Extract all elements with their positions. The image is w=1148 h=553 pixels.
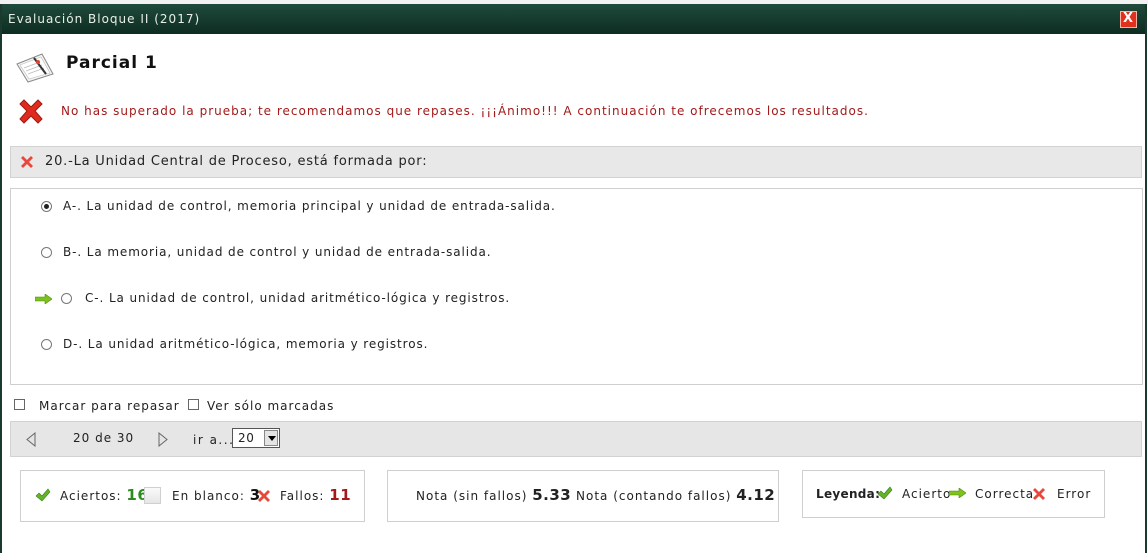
result-message: No has superado la prueba; te recomendam… bbox=[61, 104, 869, 118]
answer-options: A-. La unidad de control, memoria princi… bbox=[10, 188, 1143, 385]
grade-summary: Nota (sin fallos) 5.33 Nota (contando fa… bbox=[387, 470, 779, 522]
only-marked-label: Ver sólo marcadas bbox=[207, 399, 335, 413]
exam-paper-icon bbox=[16, 53, 54, 83]
option-b-label: B-. La memoria, unidad de control y unid… bbox=[63, 245, 492, 259]
question-text: 20.-La Unidad Central de Proceso, está f… bbox=[45, 154, 428, 169]
goto-label: ir a... bbox=[193, 433, 235, 447]
error-x-icon bbox=[1033, 488, 1045, 500]
error-x-icon bbox=[258, 490, 270, 502]
option-b-radio[interactable] bbox=[41, 247, 52, 258]
correct-arrow-icon bbox=[35, 294, 52, 304]
blank-icon bbox=[144, 487, 161, 504]
fails-count: 11 bbox=[329, 486, 352, 504]
grade-no-fail-value: 5.33 bbox=[532, 486, 572, 504]
legend-title: Leyenda: bbox=[816, 487, 881, 501]
option-a-radio[interactable] bbox=[41, 201, 52, 212]
blank-label: En blanco: bbox=[172, 489, 245, 503]
option-c-label: C-. La unidad de control, unidad aritmét… bbox=[85, 291, 511, 305]
mark-review-label: Marcar para repasar bbox=[39, 399, 180, 413]
fail-x-icon bbox=[19, 99, 43, 124]
option-a-label: A-. La unidad de control, memoria princi… bbox=[63, 199, 556, 213]
option-d-radio[interactable] bbox=[41, 339, 52, 350]
fails-label: Fallos: bbox=[280, 489, 325, 503]
next-arrow-icon[interactable] bbox=[157, 432, 169, 447]
window-titlebar: Evaluación Bloque II (2017) X bbox=[2, 4, 1145, 34]
score-summary: Aciertos: 16 En blanco: 3 Fallos: 11 bbox=[20, 470, 365, 522]
legend-box: Leyenda: Acierto Correcta Error bbox=[802, 470, 1105, 518]
question-navigation: 20 de 30 ir a... 20 bbox=[10, 421, 1142, 457]
legend-correct: Correcta bbox=[975, 487, 1035, 501]
goto-value: 20 bbox=[238, 431, 255, 445]
hits-stat: Aciertos: 16 bbox=[60, 486, 148, 504]
legend-hit: Acierto bbox=[902, 487, 952, 501]
close-button[interactable]: X bbox=[1120, 11, 1137, 28]
goto-question-select[interactable]: 20 bbox=[232, 428, 280, 448]
grade-with-fail: Nota (contando fallos) 4.12 bbox=[576, 486, 775, 504]
prev-arrow-icon[interactable] bbox=[25, 432, 37, 447]
check-icon bbox=[35, 488, 51, 502]
correct-arrow-icon bbox=[949, 488, 966, 498]
error-x-icon bbox=[21, 156, 33, 168]
page-title: Parcial 1 bbox=[66, 53, 158, 73]
legend-error: Error bbox=[1057, 487, 1092, 501]
question-header: 20.-La Unidad Central de Proceso, está f… bbox=[10, 146, 1142, 178]
grade-no-fail-label: Nota (sin fallos) bbox=[416, 489, 528, 503]
fails-stat: Fallos: 11 bbox=[280, 486, 351, 504]
evaluation-window: Evaluación Bloque II (2017) X Parcial 1 … bbox=[0, 4, 1147, 553]
window-title: Evaluación Bloque II (2017) bbox=[8, 12, 201, 26]
blank-stat: En blanco: 3 bbox=[172, 486, 261, 504]
grade-fail-label: Nota (contando fallos) bbox=[576, 489, 732, 503]
mark-review-checkbox[interactable] bbox=[14, 399, 25, 410]
option-c-radio[interactable] bbox=[61, 293, 72, 304]
chevron-down-icon[interactable] bbox=[264, 430, 278, 446]
hits-label: Aciertos: bbox=[60, 489, 122, 503]
grade-fail-value: 4.12 bbox=[736, 486, 776, 504]
grade-no-fail: Nota (sin fallos) 5.33 bbox=[416, 486, 571, 504]
option-d-label: D-. La unidad aritmético-lógica, memoria… bbox=[63, 337, 429, 351]
only-marked-checkbox[interactable] bbox=[188, 399, 199, 410]
check-icon bbox=[877, 486, 893, 500]
page-indicator: 20 de 30 bbox=[73, 431, 135, 445]
